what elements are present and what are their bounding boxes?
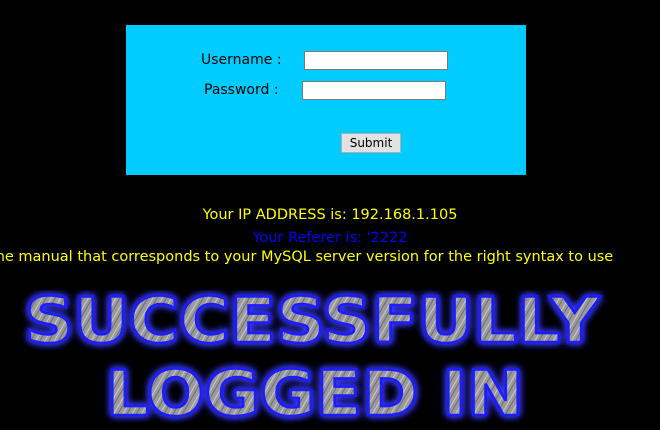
username-input[interactable]: [304, 51, 448, 70]
ip-address-text: Your IP ADDRESS is: 192.168.1.105: [202, 207, 458, 223]
password-input[interactable]: [302, 81, 446, 100]
success-banner: SUCCESSFULLY LOGGED IN: [23, 290, 602, 430]
banner-line-1: SUCCESSFULLY: [25, 290, 601, 357]
username-label: Username :: [201, 52, 282, 68]
login-form: Username : Password : Submit: [126, 25, 526, 175]
page: Username : Password : Submit Your IP ADD…: [0, 0, 660, 430]
password-label: Password :: [204, 82, 279, 98]
mysql-error-text: k the manual that corresponds to your My…: [0, 249, 614, 265]
referer-text: Your Referer is: '2222: [252, 230, 408, 246]
submit-button[interactable]: Submit: [341, 133, 401, 153]
banner-line-2: LOGGED IN: [106, 357, 524, 430]
